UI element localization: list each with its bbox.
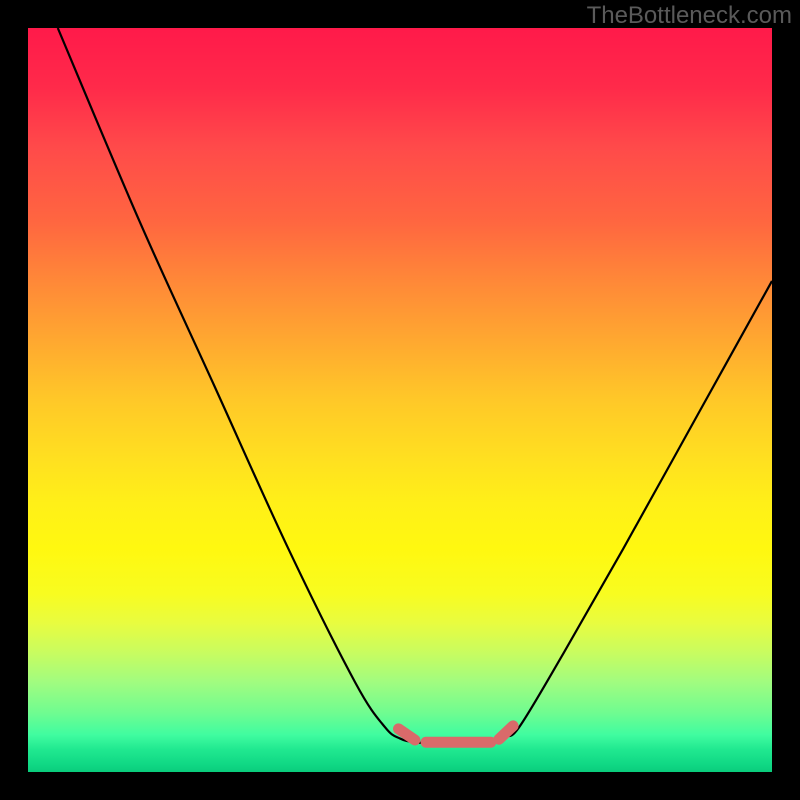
chart-marker-segments	[399, 726, 514, 742]
chart-plot-area	[28, 28, 772, 772]
chart-curve-line	[58, 28, 772, 744]
chart-svg	[28, 28, 772, 772]
chart-marker-segment	[499, 726, 513, 739]
watermark-text: TheBottleneck.com	[587, 2, 792, 30]
